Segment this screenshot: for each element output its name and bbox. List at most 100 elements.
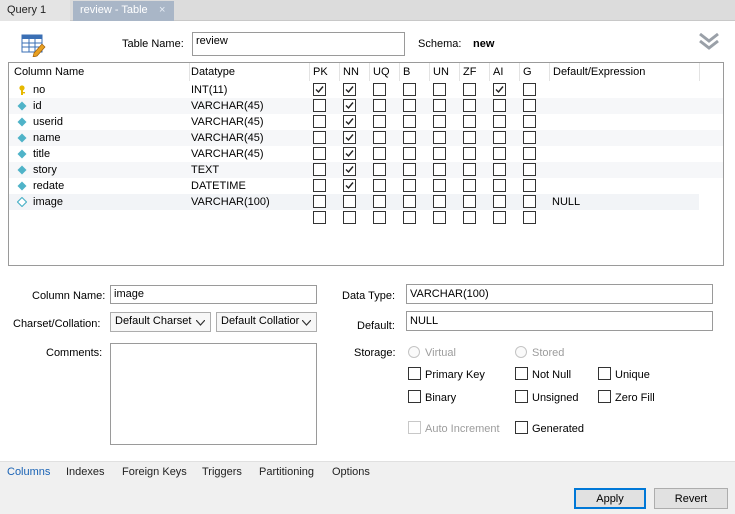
- un-checkbox[interactable]: [433, 131, 446, 144]
- apply-button[interactable]: Apply: [574, 488, 646, 509]
- column-header[interactable]: B: [403, 66, 410, 78]
- ai-checkbox[interactable]: [493, 99, 506, 112]
- un-checkbox[interactable]: [433, 211, 446, 224]
- uq-checkbox[interactable]: [373, 163, 386, 176]
- b-checkbox[interactable]: [403, 211, 416, 224]
- column-name-cell[interactable]: userid: [33, 116, 63, 128]
- un-checkbox[interactable]: [433, 115, 446, 128]
- datatype-cell[interactable]: VARCHAR(45): [191, 100, 264, 112]
- nn-checkbox[interactable]: [343, 163, 356, 176]
- comments-textarea[interactable]: [110, 343, 317, 445]
- collapse-chevron-icon[interactable]: [697, 30, 721, 54]
- generated-checkbox[interactable]: [515, 421, 528, 434]
- column-header[interactable]: ZF: [463, 66, 476, 78]
- zf-checkbox[interactable]: [463, 163, 476, 176]
- nn-checkbox[interactable]: [343, 195, 356, 208]
- b-checkbox[interactable]: [403, 83, 416, 96]
- primary-key-checkbox[interactable]: [408, 367, 421, 380]
- g-checkbox[interactable]: [523, 83, 536, 96]
- column-name-cell[interactable]: image: [33, 196, 63, 208]
- ai-checkbox[interactable]: [493, 83, 506, 96]
- column-header[interactable]: G: [523, 66, 532, 78]
- b-checkbox[interactable]: [403, 195, 416, 208]
- column-header[interactable]: Column Name: [14, 66, 84, 78]
- pk-checkbox[interactable]: [313, 131, 326, 144]
- column-name-cell[interactable]: no: [33, 84, 45, 96]
- unsigned-checkbox[interactable]: [515, 390, 528, 403]
- table-row[interactable]: image VARCHAR(100) NULL: [9, 194, 699, 210]
- zf-checkbox[interactable]: [463, 83, 476, 96]
- default-expression-cell[interactable]: NULL: [552, 196, 580, 208]
- collation-select[interactable]: Default Collatior: [216, 312, 317, 332]
- default-input[interactable]: NULL: [406, 311, 713, 331]
- un-checkbox[interactable]: [433, 179, 446, 192]
- ai-checkbox[interactable]: [493, 115, 506, 128]
- auto-increment-checkbox[interactable]: [408, 421, 421, 434]
- column-name-cell[interactable]: redate: [33, 180, 64, 192]
- column-header[interactable]: NN: [343, 66, 359, 78]
- b-checkbox[interactable]: [403, 115, 416, 128]
- column-name-cell[interactable]: story: [33, 164, 57, 176]
- pk-checkbox[interactable]: [313, 147, 326, 160]
- table-row[interactable]: userid VARCHAR(45): [9, 114, 723, 130]
- zf-checkbox[interactable]: [463, 131, 476, 144]
- pk-checkbox[interactable]: [313, 83, 326, 96]
- g-checkbox[interactable]: [523, 211, 536, 224]
- table-row[interactable]: redate DATETIME: [9, 178, 723, 194]
- tab-foreign-keys[interactable]: Foreign Keys: [122, 466, 187, 478]
- g-checkbox[interactable]: [523, 179, 536, 192]
- tab-options[interactable]: Options: [332, 466, 370, 478]
- table-row[interactable]: [9, 210, 723, 226]
- column-name-cell[interactable]: name: [33, 132, 61, 144]
- b-checkbox[interactable]: [403, 99, 416, 112]
- datatype-cell[interactable]: VARCHAR(45): [191, 116, 264, 128]
- uq-checkbox[interactable]: [373, 147, 386, 160]
- nn-checkbox[interactable]: [343, 211, 356, 224]
- column-header[interactable]: UQ: [373, 66, 390, 78]
- nn-checkbox[interactable]: [343, 147, 356, 160]
- zero-fill-checkbox[interactable]: [598, 390, 611, 403]
- table-row[interactable]: id VARCHAR(45): [9, 98, 723, 114]
- b-checkbox[interactable]: [403, 163, 416, 176]
- data-type-input[interactable]: VARCHAR(100): [406, 284, 713, 304]
- column-header[interactable]: UN: [433, 66, 449, 78]
- un-checkbox[interactable]: [433, 99, 446, 112]
- datatype-cell[interactable]: DATETIME: [191, 180, 246, 192]
- uq-checkbox[interactable]: [373, 211, 386, 224]
- revert-button[interactable]: Revert: [654, 488, 728, 509]
- tab-query-1[interactable]: Query 1: [0, 0, 70, 21]
- stored-radio[interactable]: [515, 346, 527, 358]
- nn-checkbox[interactable]: [343, 99, 356, 112]
- g-checkbox[interactable]: [523, 131, 536, 144]
- g-checkbox[interactable]: [523, 147, 536, 160]
- tab-partitioning[interactable]: Partitioning: [259, 466, 314, 478]
- pk-checkbox[interactable]: [313, 115, 326, 128]
- un-checkbox[interactable]: [433, 83, 446, 96]
- close-icon[interactable]: ×: [159, 4, 165, 16]
- uq-checkbox[interactable]: [373, 83, 386, 96]
- column-name-input[interactable]: image: [110, 285, 317, 304]
- column-header[interactable]: Default/Expression: [553, 66, 645, 78]
- tab-columns[interactable]: Columns: [7, 466, 50, 478]
- datatype-cell[interactable]: VARCHAR(100): [191, 196, 270, 208]
- tab-indexes[interactable]: Indexes: [66, 466, 105, 478]
- table-row[interactable]: story TEXT: [9, 162, 723, 178]
- ai-checkbox[interactable]: [493, 211, 506, 224]
- zf-checkbox[interactable]: [463, 99, 476, 112]
- datatype-cell[interactable]: INT(11): [191, 84, 227, 96]
- table-row[interactable]: no INT(11): [9, 82, 723, 98]
- uq-checkbox[interactable]: [373, 179, 386, 192]
- table-row[interactable]: name VARCHAR(45): [9, 130, 723, 146]
- uq-checkbox[interactable]: [373, 115, 386, 128]
- binary-checkbox[interactable]: [408, 390, 421, 403]
- zf-checkbox[interactable]: [463, 179, 476, 192]
- pk-checkbox[interactable]: [313, 163, 326, 176]
- ai-checkbox[interactable]: [493, 195, 506, 208]
- tab-triggers[interactable]: Triggers: [202, 466, 242, 478]
- nn-checkbox[interactable]: [343, 83, 356, 96]
- column-header[interactable]: AI: [493, 66, 503, 78]
- ai-checkbox[interactable]: [493, 131, 506, 144]
- charset-select[interactable]: Default Charset: [110, 312, 211, 332]
- datatype-cell[interactable]: VARCHAR(45): [191, 132, 264, 144]
- datatype-cell[interactable]: VARCHAR(45): [191, 148, 264, 160]
